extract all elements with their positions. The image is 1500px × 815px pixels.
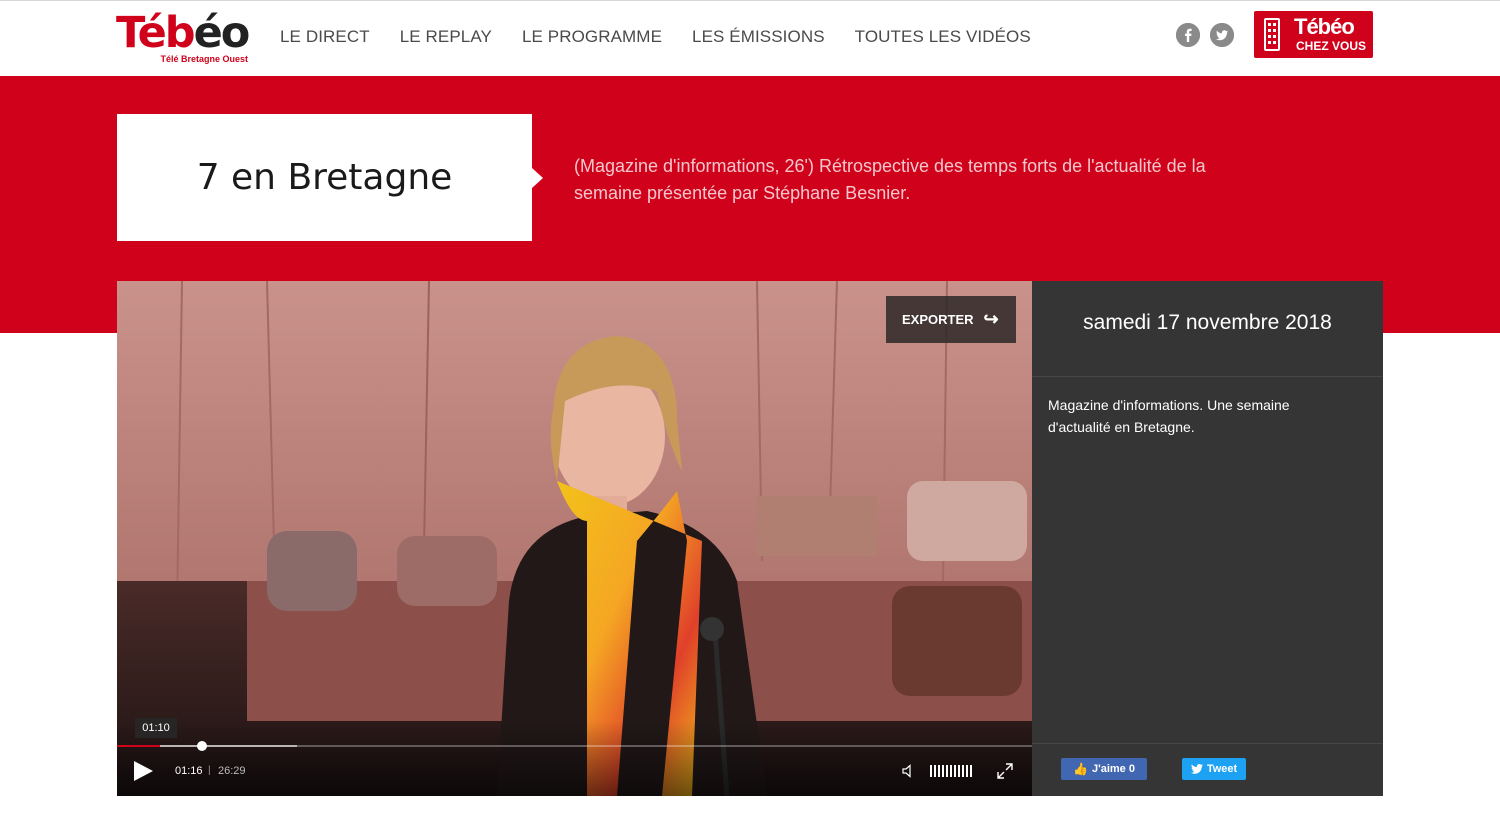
panel-divider-bottom bbox=[1032, 743, 1383, 744]
facebook-like-button[interactable]: 👍 J'aime 0 bbox=[1061, 758, 1147, 780]
played-bar bbox=[117, 745, 160, 747]
episode-info-panel: samedi 17 novembre 2018 Magazine d'infor… bbox=[1032, 281, 1383, 796]
fullscreen-icon[interactable] bbox=[997, 763, 1013, 779]
seek-handle[interactable] bbox=[197, 741, 207, 751]
player-controls-bar bbox=[117, 721, 1032, 796]
nav-item-replay[interactable]: LE REPLAY bbox=[400, 25, 492, 49]
nav-item-emissions[interactable]: LES ÉMISSIONS bbox=[692, 25, 825, 49]
total-duration: 26:29 bbox=[218, 765, 246, 777]
video-frame bbox=[117, 281, 1032, 796]
video-player[interactable]: EXPORTER ↪ 01:10 01:16 | 26:29 bbox=[117, 281, 1032, 796]
page: Tébéo Télé Bretagne Ouest LE DIRECT LE R… bbox=[0, 0, 1500, 815]
share-arrow-icon: ↪ bbox=[983, 309, 999, 329]
tweet-label: Tweet bbox=[1206, 763, 1238, 775]
logo-wordmark-dark: éo bbox=[193, 8, 251, 58]
nav-item-programme[interactable]: LE PROGRAMME bbox=[522, 25, 662, 49]
export-button[interactable]: EXPORTER ↪ bbox=[886, 296, 1016, 343]
main-nav: LE DIRECT LE REPLAY LE PROGRAMME LES ÉMI… bbox=[280, 25, 1061, 49]
twitter-icon[interactable] bbox=[1210, 23, 1234, 47]
volume-slider[interactable] bbox=[930, 765, 972, 777]
twitter-bird-icon bbox=[1190, 764, 1203, 774]
logo-tagline: Télé Bretagne Ouest bbox=[160, 54, 248, 64]
nav-item-videos[interactable]: TOUTES LES VIDÉOS bbox=[855, 25, 1031, 49]
site-header: Tébéo Télé Bretagne Ouest LE DIRECT LE R… bbox=[0, 0, 1500, 76]
export-label: EXPORTER bbox=[902, 312, 974, 327]
tebeo-logo[interactable]: Tébéo Télé Bretagne Ouest bbox=[116, 8, 251, 67]
episode-summary: Magazine d'informations. Une semaine d'a… bbox=[1048, 397, 1290, 435]
like-count: 0 bbox=[1128, 763, 1135, 775]
current-time: 01:16 bbox=[175, 765, 203, 777]
tebeo-chez-vous-button[interactable]: Tébéo CHEZ VOUS bbox=[1254, 11, 1373, 58]
volume-icon[interactable] bbox=[902, 764, 916, 778]
like-label: J'aime bbox=[1091, 763, 1126, 775]
seek-bar[interactable] bbox=[117, 741, 1032, 751]
seek-time-tooltip: 01:10 bbox=[135, 718, 177, 738]
cta-subtitle: CHEZ VOUS bbox=[1296, 39, 1367, 53]
cta-brand: Tébéo bbox=[1294, 14, 1355, 39]
social-links bbox=[1176, 23, 1244, 47]
show-title: 7 en Bretagne bbox=[196, 157, 453, 198]
nav-item-direct[interactable]: LE DIRECT bbox=[280, 25, 370, 49]
play-icon[interactable] bbox=[134, 761, 153, 781]
thumbs-up-icon: 👍 bbox=[1073, 762, 1088, 776]
time-separator: | bbox=[208, 765, 211, 776]
show-title-box: 7 en Bretagne bbox=[117, 114, 532, 241]
logo-wordmark: Tébéo bbox=[116, 8, 251, 58]
logo-wordmark-red: Téb bbox=[116, 8, 196, 58]
remote-control-icon bbox=[1264, 18, 1280, 51]
tweet-button[interactable]: Tweet bbox=[1182, 758, 1246, 780]
show-description: (Magazine d'informations, 26') Rétrospec… bbox=[574, 156, 1206, 203]
facebook-icon[interactable] bbox=[1176, 23, 1200, 47]
episode-date: samedi 17 novembre 2018 bbox=[1083, 311, 1332, 334]
panel-divider bbox=[1032, 376, 1383, 377]
title-pointer bbox=[532, 168, 543, 188]
